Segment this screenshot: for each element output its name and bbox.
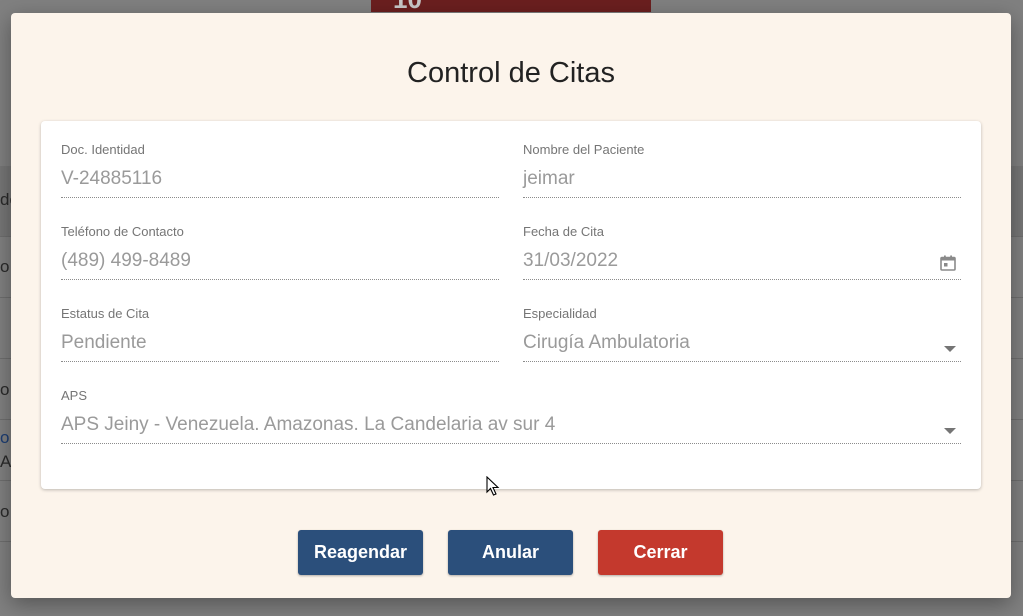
form-card: Doc. Identidad V-24885116 Nombre del Pac… [41, 121, 981, 489]
citas-modal: Control de Citas Doc. Identidad V-248851… [11, 13, 1011, 598]
nombre-paciente-field[interactable]: Nombre del Paciente jeimar [523, 142, 961, 200]
background-header-tab: 10 [371, 0, 651, 12]
calendar-icon[interactable] [939, 254, 957, 277]
aps-value[interactable]: APS Jeiny - Venezuela. Amazonas. La Cand… [61, 414, 961, 436]
nombre-paciente-label: Nombre del Paciente [523, 142, 645, 157]
background-text: o [0, 380, 10, 399]
background-tab-number: 10 [393, 0, 422, 12]
field-underline [61, 279, 499, 280]
background-text: o [0, 257, 10, 276]
fecha-cita-field[interactable]: Fecha de Cita 31/03/2022 [523, 224, 961, 282]
field-underline [61, 443, 961, 444]
field-underline [61, 361, 499, 362]
telefono-label: Teléfono de Contacto [61, 224, 184, 239]
chevron-down-icon[interactable] [943, 422, 957, 440]
especialidad-value[interactable]: Cirugía Ambulatoria [523, 332, 961, 354]
aps-label: APS [61, 388, 88, 403]
field-underline [523, 279, 961, 280]
doc-identidad-label: Doc. Identidad [61, 142, 145, 157]
telefono-input[interactable]: (489) 499-8489 [61, 250, 499, 272]
doc-identidad-field[interactable]: Doc. Identidad V-24885116 [61, 142, 499, 200]
doc-identidad-input[interactable]: V-24885116 [61, 168, 499, 190]
telefono-field[interactable]: Teléfono de Contacto (489) 499-8489 [61, 224, 499, 282]
nombre-paciente-input[interactable]: jeimar [523, 168, 961, 190]
aps-select[interactable]: APS APS Jeiny - Venezuela. Amazonas. La … [61, 388, 961, 446]
fecha-cita-label: Fecha de Cita [523, 224, 604, 239]
estatus-cita-input[interactable]: Pendiente [61, 332, 499, 354]
estatus-cita-label: Estatus de Cita [61, 306, 150, 321]
field-underline [61, 197, 499, 198]
field-underline [523, 361, 961, 362]
background-text: A [0, 452, 12, 471]
reagendar-button[interactable]: Reagendar [298, 530, 423, 575]
modal-title: Control de Citas [407, 57, 615, 89]
mouse-cursor-icon [486, 475, 500, 501]
chevron-down-icon[interactable] [943, 340, 957, 358]
especialidad-label: Especialidad [523, 306, 597, 321]
anular-button[interactable]: Anular [448, 530, 573, 575]
background-text: o [0, 502, 10, 521]
field-underline [523, 197, 961, 198]
cerrar-button[interactable]: Cerrar [598, 530, 723, 575]
estatus-cita-field[interactable]: Estatus de Cita Pendiente [61, 306, 499, 364]
fecha-cita-input[interactable]: 31/03/2022 [523, 250, 961, 272]
especialidad-select[interactable]: Especialidad Cirugía Ambulatoria [523, 306, 961, 364]
